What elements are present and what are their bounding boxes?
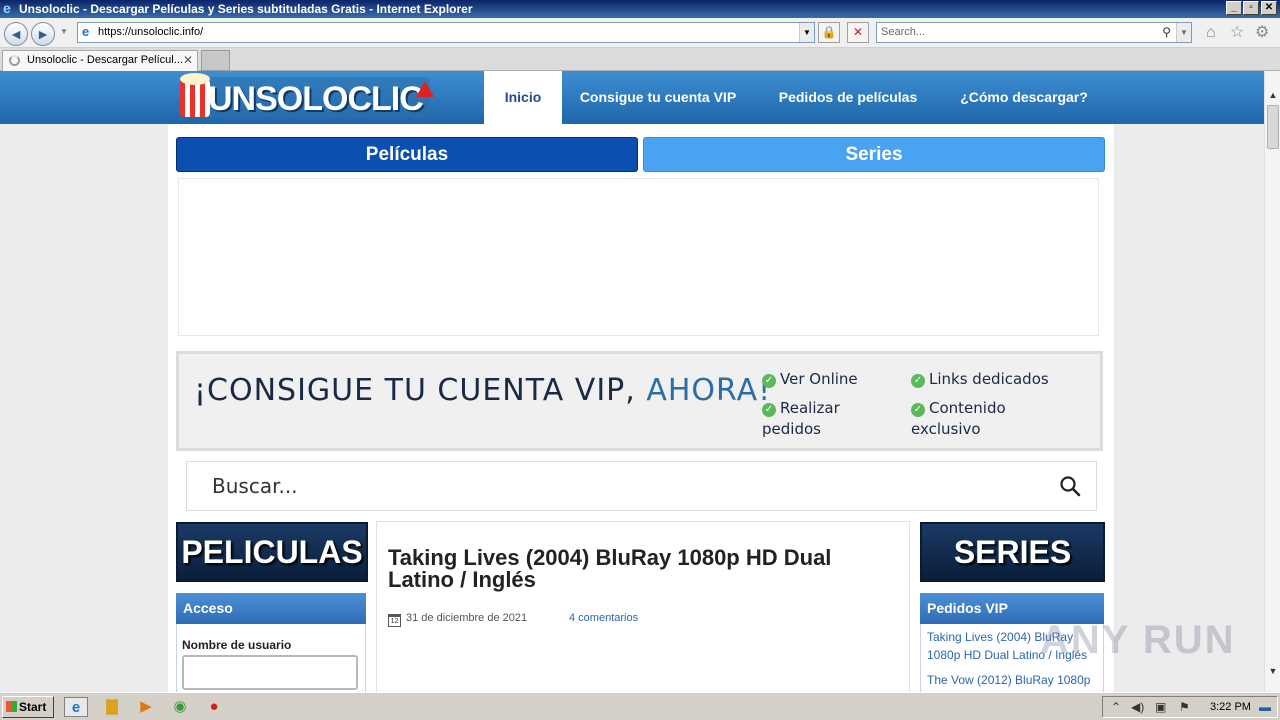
tray-expand-icon[interactable]: ⌃	[1111, 699, 1121, 715]
browser-search-input[interactable]: Search... ⚲ ▼	[876, 22, 1192, 43]
feature-label: Contenido exclusivo	[911, 399, 1006, 438]
menu-item-como-descargar[interactable]: ¿Cómo descargar?	[942, 71, 1106, 124]
feature-ver-online: ✓ Ver Online	[762, 369, 858, 390]
home-icon[interactable]: ⌂	[1206, 24, 1216, 42]
minimize-button[interactable]: _	[1226, 1, 1242, 15]
history-dropdown-icon[interactable]: ▼	[60, 27, 68, 36]
show-desktop-icon[interactable]: ▬	[1259, 699, 1271, 715]
username-label: Nombre de usuario	[182, 638, 292, 652]
anyrun-watermark: ANY RUN	[1040, 618, 1236, 662]
site-logo[interactable]: UNSOLOCLIC	[180, 73, 435, 119]
search-dropdown-icon[interactable]: ▼	[1176, 23, 1191, 42]
vip-headline-accent: AHORA!	[646, 373, 772, 408]
tab-close-icon[interactable]: ✕	[183, 51, 193, 70]
scroll-down-icon[interactable]: ▼	[1265, 663, 1280, 679]
forward-button[interactable]: ►	[31, 22, 55, 46]
address-dropdown-icon[interactable]: ▼	[799, 23, 814, 42]
vip-headline-text: ¡CONSIGUE TU CUENTA VIP,	[194, 373, 647, 408]
post-title[interactable]: Taking Lives (2004) BluRay 1080p HD Dual…	[388, 547, 898, 591]
check-icon: ✓	[762, 374, 776, 388]
windows-logo-icon	[6, 701, 17, 712]
opera-icon[interactable]: ●	[202, 697, 226, 717]
browser-tab[interactable]: Unsoloclic - Descargar Películ... ✕	[2, 50, 198, 71]
back-button[interactable]: ◄	[4, 22, 28, 46]
menu-item-inicio[interactable]: Inicio	[484, 71, 562, 124]
ie-page-icon: e	[82, 24, 90, 39]
loading-spinner-icon	[9, 55, 20, 66]
feature-label: Links dedicados	[929, 370, 1049, 388]
close-button[interactable]: ✕	[1261, 1, 1277, 15]
tab-peliculas[interactable]: Películas	[176, 137, 638, 172]
username-input[interactable]	[182, 655, 358, 690]
address-text: https://unsoloclic.info/	[98, 26, 204, 38]
window-titlebar: e Unsoloclic - Descargar Películas y Ser…	[0, 0, 1280, 18]
post-date-text: 31 de diciembre de 2021	[406, 612, 528, 624]
taskbar-clock[interactable]: 3:22 PM	[1210, 697, 1251, 717]
media-player-icon[interactable]: ▶	[134, 697, 158, 717]
peliculas-banner[interactable]: PELICULAS	[176, 522, 368, 582]
explorer-folder-icon[interactable]: ▇	[100, 697, 124, 717]
favorites-star-icon[interactable]: ☆	[1230, 24, 1244, 42]
scroll-thumb[interactable]	[1267, 105, 1279, 149]
tab-series[interactable]: Series	[643, 137, 1105, 172]
start-label: Start	[19, 700, 47, 714]
new-tab-button[interactable]	[201, 50, 230, 71]
site-search-placeholder: Buscar...	[212, 474, 298, 498]
site-header: UNSOLOCLIC Inicio Consigue tu cuenta VIP…	[0, 71, 1264, 124]
check-icon: ✓	[911, 403, 925, 417]
post-card: Taking Lives (2004) BluRay 1080p HD Dual…	[376, 521, 910, 692]
search-icon[interactable]	[1058, 474, 1082, 498]
page-viewport: UNSOLOCLIC Inicio Consigue tu cuenta VIP…	[0, 71, 1264, 692]
restore-button[interactable]: ▫	[1243, 1, 1259, 15]
gear-icon[interactable]: ⚙	[1255, 24, 1269, 42]
ie-taskbar-icon[interactable]: e	[64, 697, 88, 717]
tab-label: Unsoloclic - Descargar Películ...	[27, 54, 183, 66]
check-icon: ✓	[762, 403, 776, 417]
network-icon[interactable]: ▣	[1155, 699, 1166, 715]
search-icon[interactable]: ⚲	[1162, 23, 1171, 42]
site-search-input[interactable]: Buscar...	[186, 461, 1097, 511]
browser-navbar: ◄ ► ▼ e https://unsoloclic.info/ ▼ 🔒 ✕ S…	[0, 18, 1280, 48]
vip-headline: ¡CONSIGUE TU CUENTA VIP, AHORA!	[194, 374, 771, 408]
lock-icon[interactable]: 🔒	[818, 22, 840, 43]
feature-label: Ver Online	[780, 370, 858, 388]
calendar-icon: 12	[388, 614, 401, 627]
post-date: 12 31 de diciembre de 2021	[388, 611, 527, 627]
feature-contenido-exclusivo: ✓ Contenido exclusivo	[911, 398, 1031, 440]
ie-logo-icon: e	[3, 0, 11, 16]
window-title: Unsoloclic - Descargar Películas y Serie…	[19, 2, 473, 16]
series-banner[interactable]: SERIES	[920, 522, 1105, 582]
ad-placeholder	[178, 178, 1099, 336]
scroll-up-icon[interactable]: ▲	[1265, 87, 1280, 103]
menu-item-cuenta-vip[interactable]: Consigue tu cuenta VIP	[562, 71, 754, 124]
taskbar: Start e ▇ ▶ ◉ ● ⌃ ◀) ▣ ⚑ 3:22 PM ▬	[0, 692, 1280, 720]
feature-links-dedicados: ✓ Links dedicados	[911, 369, 1049, 390]
browser-search-placeholder: Search...	[881, 26, 926, 38]
content-container: Películas Series ¡CONSIGUE TU CUENTA VIP…	[168, 124, 1114, 692]
menu-item-pedidos[interactable]: Pedidos de películas	[754, 71, 942, 124]
address-bar[interactable]: e https://unsoloclic.info/ ▼	[77, 22, 815, 43]
check-icon: ✓	[911, 374, 925, 388]
stop-icon[interactable]: ✕	[847, 22, 869, 43]
page-scrollbar[interactable]: ▲ ▼	[1264, 71, 1280, 692]
acceso-header: Acceso	[176, 593, 366, 624]
logo-text: UNSOLOCLIC	[208, 80, 424, 118]
feature-realizar-pedidos: ✓ Realizar pedidos	[762, 398, 872, 440]
post-comments-link[interactable]: 4 comentarios	[569, 611, 638, 625]
popcorn-icon	[180, 73, 210, 117]
start-button[interactable]: Start	[2, 696, 54, 718]
vip-item[interactable]: The Vow (2012) BluRay 1080p	[927, 671, 1101, 689]
browser-tabbar: Unsoloclic - Descargar Películ... ✕	[0, 48, 1280, 71]
vip-banner[interactable]: ¡CONSIGUE TU CUENTA VIP, AHORA! ✓ Ver Onl…	[176, 351, 1103, 451]
action-center-flag-icon[interactable]: ⚑	[1179, 699, 1190, 715]
chrome-icon[interactable]: ◉	[168, 697, 192, 717]
volume-icon[interactable]: ◀)	[1131, 699, 1144, 715]
system-tray: ⌃ ◀) ▣ ⚑ 3:22 PM ▬	[1102, 696, 1278, 718]
